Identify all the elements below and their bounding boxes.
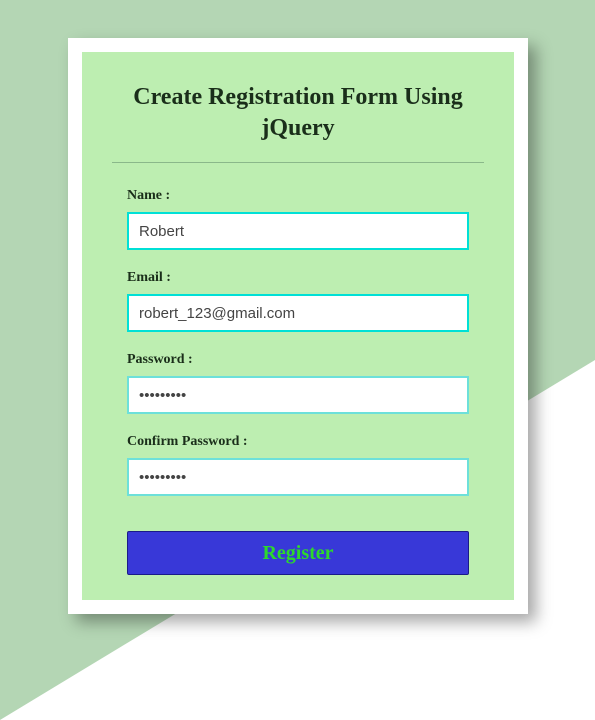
name-label: Name :	[127, 188, 469, 204]
email-label: Email :	[127, 270, 469, 286]
password-label: Password :	[127, 352, 469, 368]
password-input[interactable]	[127, 376, 469, 414]
confirm-password-label: Confirm Password :	[127, 434, 469, 450]
name-field-group: Name :	[112, 188, 484, 250]
password-field-group: Password :	[112, 352, 484, 414]
register-button[interactable]: Register	[127, 531, 469, 575]
name-input[interactable]	[127, 212, 469, 250]
form-title: Create Registration Form Using jQuery	[112, 82, 484, 144]
email-field-group: Email :	[112, 270, 484, 332]
divider	[112, 162, 484, 163]
confirm-password-input[interactable]	[127, 458, 469, 496]
submit-container: Register	[112, 516, 484, 575]
email-input[interactable]	[127, 294, 469, 332]
confirm-password-field-group: Confirm Password :	[112, 434, 484, 496]
registration-form-card: Create Registration Form Using jQuery Na…	[68, 38, 528, 614]
